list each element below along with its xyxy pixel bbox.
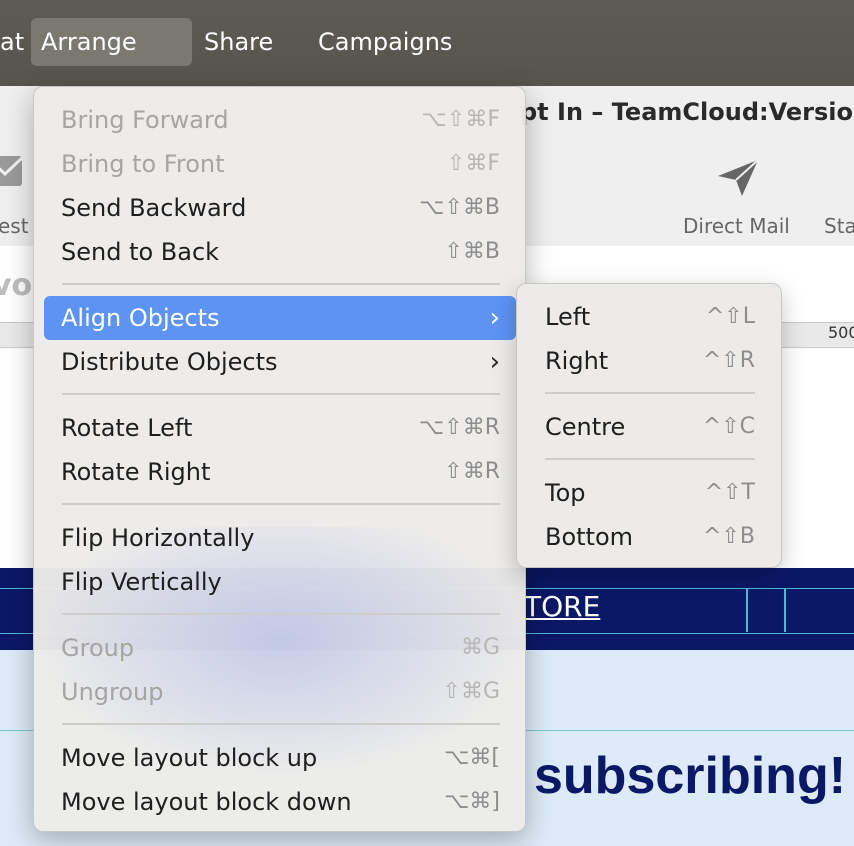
menu-item-send-backward[interactable]: Send Backward ⌥⇧⌘B [44, 186, 516, 230]
submenu-item-label: Right [545, 347, 609, 375]
menu-item-label: Rotate Left [61, 414, 193, 442]
menu-item-label: Group [61, 634, 135, 662]
submenu-item-shortcut: ^⇧L [705, 304, 755, 329]
submenu-item-shortcut: ^⇧B [703, 524, 755, 549]
menu-item-label: Rotate Right [61, 458, 211, 486]
menu-item-bring-forward[interactable]: Bring Forward ⌥⇧⌘F [44, 98, 516, 142]
menu-item-shortcut: ⌥⌘] [444, 789, 500, 814]
menu-item-shortcut: ⇧⌘F [446, 151, 500, 176]
submenu-separator [545, 392, 755, 394]
menu-item-label: Align Objects [61, 304, 220, 332]
menu-item-shortcut: ⌘G [460, 635, 500, 660]
menu-item-send-to-back[interactable]: Send to Back ⇧⌘B [44, 230, 516, 274]
menu-item-label: Bring Forward [61, 106, 229, 134]
menu-item-ungroup[interactable]: Ungroup ⇧⌘G [44, 670, 516, 714]
menu-item-distribute-objects[interactable]: Distribute Objects › [44, 340, 516, 384]
menu-separator [62, 723, 500, 725]
menu-separator [62, 613, 500, 615]
menu-item-label: Flip Vertically [61, 568, 222, 596]
menu-item-bring-to-front[interactable]: Bring to Front ⇧⌘F [44, 142, 516, 186]
nav-link-store[interactable]: TORE [524, 590, 600, 623]
nav-divider [746, 588, 748, 632]
menu-separator [62, 393, 500, 395]
menu-item-label: Send to Back [61, 238, 220, 266]
menu-separator [62, 283, 500, 285]
menubar-item-campaigns[interactable]: Campaigns [308, 18, 462, 66]
menu-item-align-objects[interactable]: Align Objects › [44, 296, 516, 340]
menu-item-label: Distribute Objects [61, 348, 278, 376]
align-objects-submenu: Left ^⇧L Right ^⇧R Centre ^⇧C Top ^⇧T Bo… [516, 283, 782, 568]
menu-bar: at Arrange Share Campaigns [0, 0, 854, 86]
headline-text: subscribing! [534, 747, 847, 805]
menu-item-label: Flip Horizontally [61, 524, 255, 552]
submenu-item-shortcut: ^⇧R [702, 348, 755, 373]
submenu-item-right[interactable]: Right ^⇧R [527, 339, 771, 383]
toolbar-label-request[interactable]: est [0, 214, 29, 238]
toolbar-label-direct-mail[interactable]: Direct Mail [683, 214, 790, 238]
submenu-item-label: Top [545, 479, 586, 507]
menu-item-rotate-left[interactable]: Rotate Left ⌥⇧⌘R [44, 406, 516, 450]
submenu-item-shortcut: ^⇧C [702, 414, 755, 439]
menu-item-rotate-right[interactable]: Rotate Right ⇧⌘R [44, 450, 516, 494]
toolbar-label-status[interactable]: Sta [824, 214, 854, 238]
menu-item-shortcut: ⇧⌘B [444, 239, 500, 264]
submenu-item-label: Centre [545, 413, 626, 441]
submenu-item-centre[interactable]: Centre ^⇧C [527, 405, 771, 449]
menu-item-shortcut: ⌥⇧⌘F [421, 107, 500, 132]
menubar-item-arrange[interactable]: Arrange [31, 18, 192, 66]
menu-item-shortcut: ⌥⌘[ [444, 745, 500, 770]
menu-item-flip-vertically[interactable]: Flip Vertically [44, 560, 516, 604]
submenu-item-label: Bottom [545, 523, 634, 551]
submenu-item-bottom[interactable]: Bottom ^⇧B [527, 515, 771, 559]
menu-item-shortcut: ⇧⌘G [442, 679, 500, 704]
menu-item-label: Bring to Front [61, 150, 225, 178]
menu-item-shortcut: ⌥⇧⌘B [419, 195, 500, 220]
submenu-item-left[interactable]: Left ^⇧L [527, 295, 771, 339]
menu-separator [62, 503, 500, 505]
submenu-item-shortcut: ^⇧T [704, 480, 755, 505]
submenu-item-label: Left [545, 303, 591, 331]
menu-item-shortcut: ⌥⇧⌘R [418, 415, 500, 440]
window-title: pt In – TeamCloud:Version [520, 98, 854, 126]
menu-item-group[interactable]: Group ⌘G [44, 626, 516, 670]
menu-item-label: Send Backward [61, 194, 247, 222]
menubar-item-format[interactable]: at [0, 18, 34, 66]
nav-divider [784, 588, 786, 632]
menu-item-shortcut: ⇧⌘R [444, 459, 500, 484]
chevron-right-icon: › [489, 303, 500, 333]
chevron-right-icon: › [489, 347, 500, 377]
menu-item-move-layout-block-down[interactable]: Move layout block down ⌥⌘] [44, 780, 516, 824]
arrange-menu: Bring Forward ⌥⇧⌘F Bring to Front ⇧⌘F Se… [33, 86, 526, 832]
menu-item-label: Move layout block up [61, 744, 318, 772]
paper-plane-icon[interactable] [716, 158, 762, 198]
menu-item-move-layout-block-up[interactable]: Move layout block up ⌥⌘[ [44, 736, 516, 780]
menubar-item-share[interactable]: Share [194, 18, 283, 66]
ruler-label: 500 [828, 323, 854, 342]
menu-item-label: Ungroup [61, 678, 164, 706]
canvas-text-fragment: vo [0, 268, 33, 303]
submenu-item-top[interactable]: Top ^⇧T [527, 471, 771, 515]
menu-item-flip-horizontally[interactable]: Flip Horizontally [44, 516, 516, 560]
envelope-icon[interactable] [0, 154, 26, 190]
submenu-separator [545, 458, 755, 460]
menu-item-label: Move layout block down [61, 788, 352, 816]
